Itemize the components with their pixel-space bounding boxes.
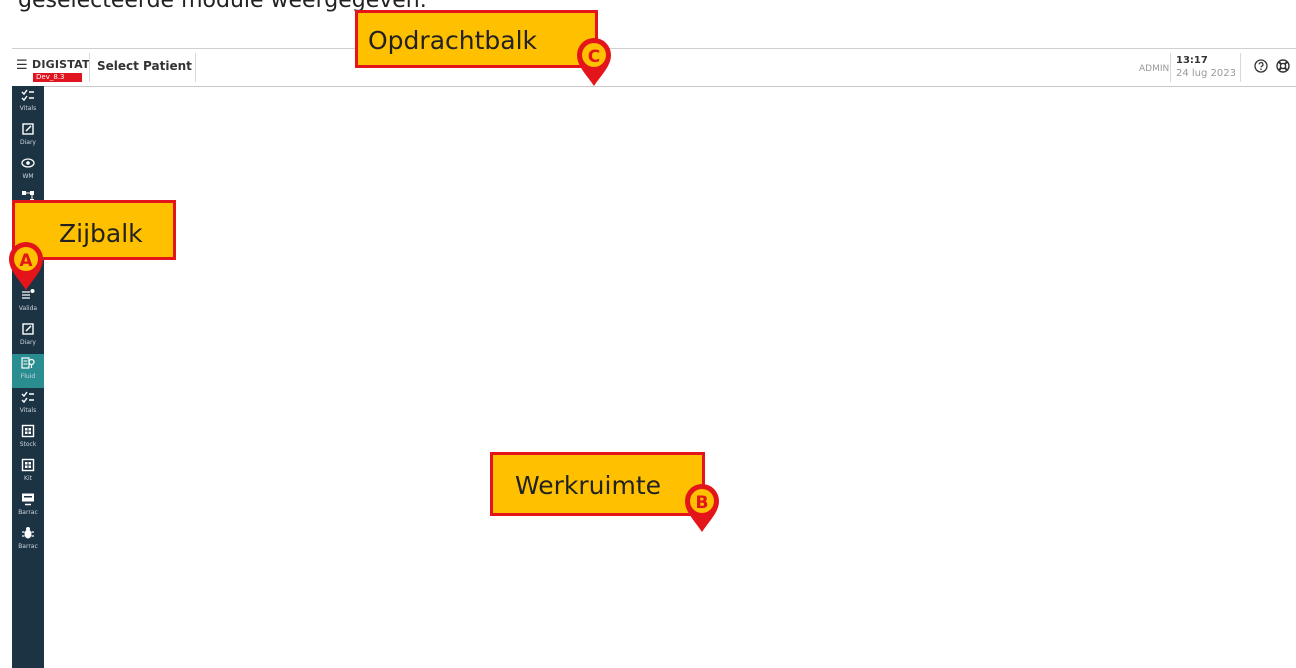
annotation-callout-b: Werkruimte	[490, 452, 705, 516]
divider	[195, 53, 196, 82]
grid-icon	[21, 458, 35, 472]
sidebar-item-label: Fluid	[20, 373, 36, 380]
sidebar-item-wm[interactable]: WM	[12, 154, 44, 188]
sidebar-item-label: Valida	[18, 305, 38, 312]
sidebar-item-diary[interactable]: Diary	[12, 120, 44, 154]
hamburger-icon[interactable]: ☰	[16, 58, 28, 73]
location-pin-icon: C	[577, 37, 611, 86]
edit-icon	[22, 323, 34, 335]
sidebar-item-label: Diary	[20, 139, 36, 146]
location-pin-icon: B	[685, 483, 719, 532]
sidebar-item-stock[interactable]: Stock	[12, 422, 44, 456]
bug-icon	[22, 527, 34, 539]
clock-date: 24 lug 2023	[1176, 68, 1236, 79]
sidebar-item-label: Diary	[20, 339, 36, 346]
eye-icon	[21, 158, 35, 168]
grid-icon	[21, 424, 35, 438]
workspace	[44, 86, 1296, 668]
sidebar-item-label: Kit	[24, 475, 32, 482]
sidebar-item-diary[interactable]: Diary	[12, 320, 44, 354]
annotation-label-c: Opdrachtbalk	[368, 26, 538, 55]
sidebar-item-label: Stock	[19, 441, 37, 448]
sidebar-item-label: Vitals	[19, 105, 37, 112]
sidebar-item-barrac[interactable]: Barrac	[12, 524, 44, 558]
annotation-label-b: Werkruimte	[515, 471, 661, 500]
sidebar-item-fluid[interactable]: Fluid	[12, 354, 44, 388]
annotation-marker-a: A	[19, 251, 33, 271]
user-name[interactable]: ADMIN	[1139, 64, 1169, 74]
annotation-marker-c: C	[588, 47, 600, 67]
lifebuoy-icon[interactable]	[1276, 59, 1290, 73]
sidebar-item-label: Vitals	[19, 407, 37, 414]
clock-time: 13:17	[1176, 55, 1208, 66]
edit-icon	[22, 123, 34, 135]
sidebar-item-vitals[interactable]: Vitals	[12, 86, 44, 120]
checklist-icon	[21, 89, 34, 102]
sidebar-item-kit[interactable]: Kit	[12, 456, 44, 490]
version-badge: Dev_8.3	[33, 73, 82, 82]
checklist-icon	[21, 391, 34, 404]
sidebar-item-barrac[interactable]: Barrac	[12, 490, 44, 524]
divider	[89, 53, 90, 82]
divider	[1240, 53, 1241, 82]
annotation-label-a: Zijbalk	[59, 219, 143, 248]
location-pin-icon: A	[8, 241, 43, 290]
command-bar: ☰ DIGISTAT Dev_8.3 Select Patient ADMIN …	[12, 48, 1296, 87]
sidebar-item-label: WM	[22, 173, 34, 180]
brand-logo: DIGISTAT	[32, 58, 90, 71]
sidebar-item-label: Barrac	[18, 509, 38, 516]
sidebar: Vitals Diary WM Valida Diary Fluid Vitals Stock…	[12, 86, 44, 668]
annotation-marker-b: B	[696, 493, 709, 513]
page-title[interactable]: Select Patient	[97, 59, 192, 73]
monitor-icon	[22, 493, 34, 506]
sidebar-item-label: Barrac	[18, 543, 38, 550]
help-icon[interactable]	[1254, 59, 1268, 73]
sidebar-item-vitals[interactable]: Vitals	[12, 388, 44, 422]
fluid-balance-icon	[21, 357, 35, 369]
annotation-callout-c: Opdrachtbalk	[355, 10, 598, 68]
divider	[1170, 53, 1171, 82]
